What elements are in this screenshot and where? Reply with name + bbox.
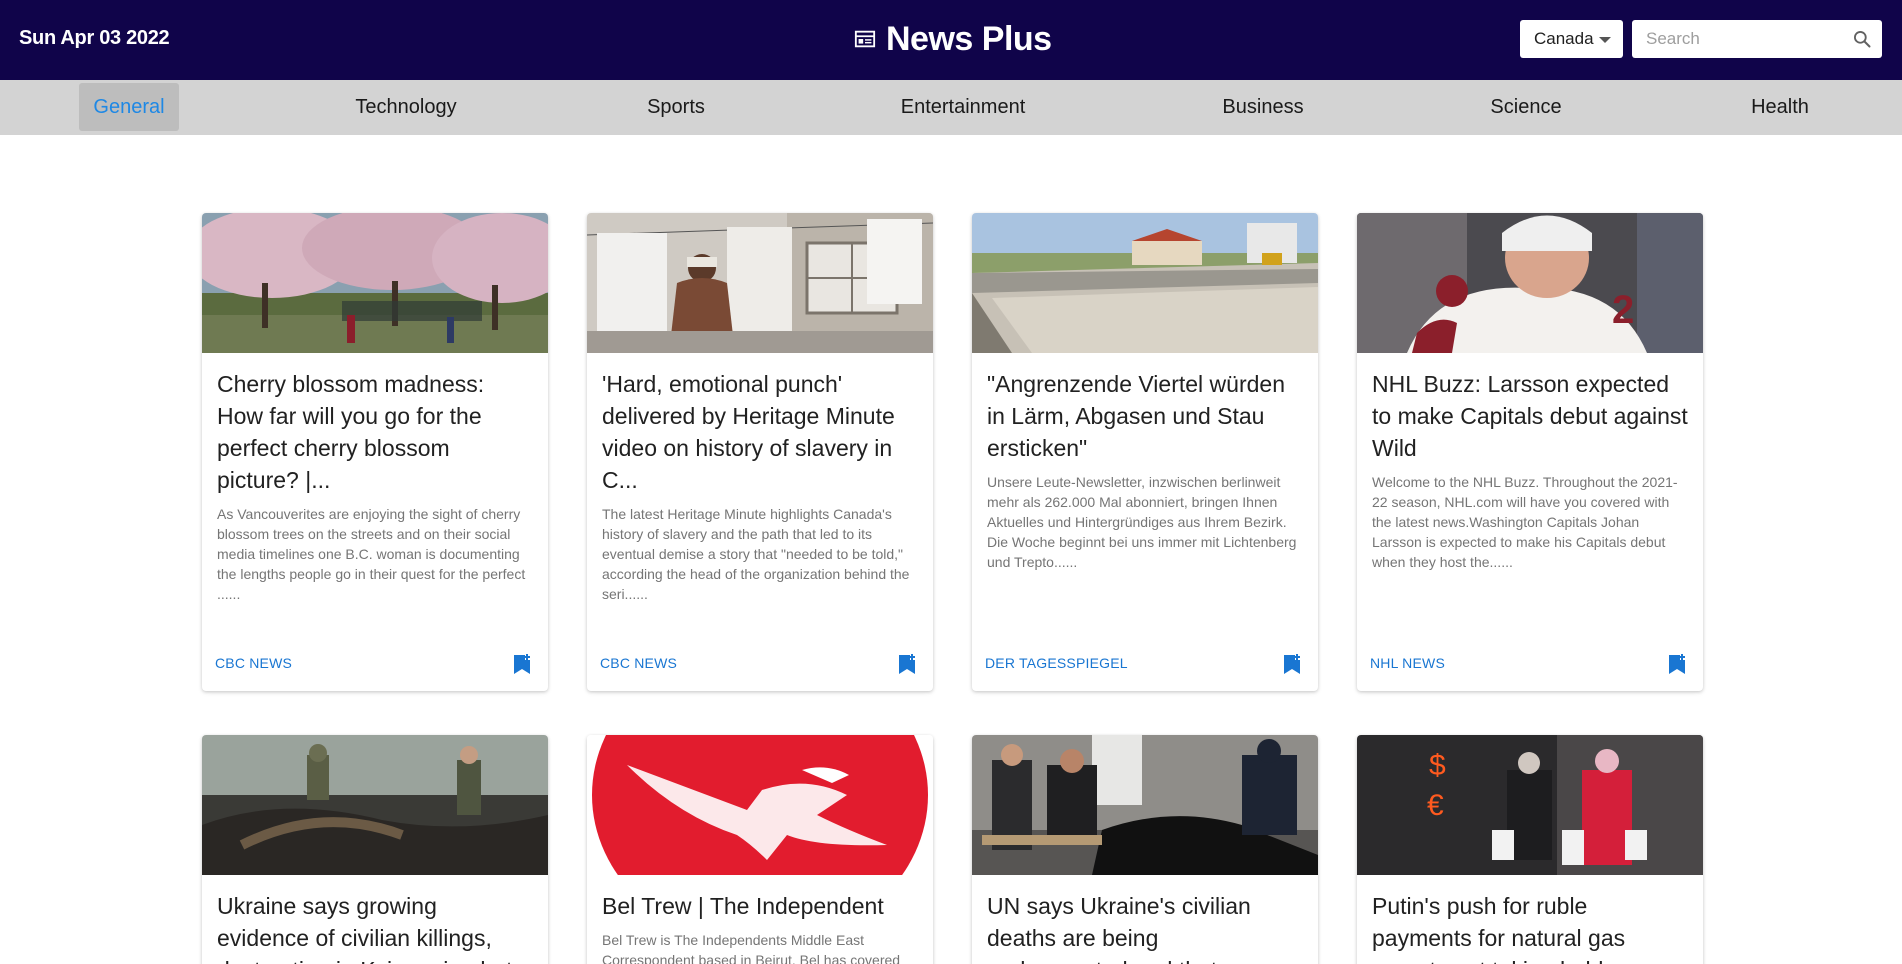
news-card[interactable]: 'Hard, emotional punch' delivered by Her… [587, 213, 933, 691]
current-date: Sun Apr 03 2022 [19, 27, 170, 49]
article-title[interactable]: Ukraine says growing evidence of civilia… [202, 875, 548, 964]
svg-text:€: € [1427, 789, 1444, 822]
search-icon[interactable] [1852, 29, 1872, 49]
caret-down-icon [1599, 37, 1611, 43]
brand-name: News Plus [886, 19, 1052, 58]
card-footer: CBC NEWS [202, 639, 548, 691]
article-image[interactable] [587, 735, 933, 875]
article-image[interactable] [972, 735, 1318, 875]
nav-tab-science[interactable]: Science [1476, 83, 1576, 131]
news-card[interactable]: Ukraine says growing evidence of civilia… [202, 735, 548, 964]
nav-tab-general[interactable]: General [79, 83, 179, 131]
news-card[interactable]: "Angrenzende Viertel würden in Lärm, Abg… [972, 213, 1318, 691]
article-image[interactable] [202, 735, 548, 875]
article-title[interactable]: "Angrenzende Viertel würden in Lärm, Abg… [972, 353, 1318, 464]
article-description: The latest Heritage Minute highlights Ca… [602, 506, 910, 602]
news-card[interactable]: Cherry blossom madness: How far will you… [202, 213, 548, 691]
search-input[interactable] [1632, 20, 1842, 58]
svg-text:2: 2 [1612, 288, 1634, 332]
article-description: Unsere Leute-Newsletter, inzwischen berl… [987, 474, 1297, 570]
bookmark-add-icon[interactable] [1667, 653, 1687, 675]
nav-tab-health[interactable]: Health [1730, 83, 1830, 131]
news-card[interactable]: Bel Trew | The Independent Bel Trew is T… [587, 735, 933, 964]
card-footer: DER TAGESSPIEGEL [972, 639, 1318, 691]
article-title[interactable]: UN says Ukraine's civilian deaths are be… [972, 875, 1318, 964]
brand-logo[interactable]: News Plus [854, 18, 1052, 60]
source-link[interactable]: CBC NEWS [600, 655, 677, 671]
article-description: As Vancouverites are enjoying the sight … [217, 506, 526, 602]
article-image[interactable] [202, 213, 548, 353]
top-header: Sun Apr 03 2022 News Plus Canada [0, 0, 1902, 80]
source-link[interactable]: CBC NEWS [215, 655, 292, 671]
bookmark-add-icon[interactable] [897, 653, 917, 675]
article-title[interactable]: Cherry blossom madness: How far will you… [202, 353, 548, 496]
card-footer: CBC NEWS [587, 639, 933, 691]
article-title[interactable]: Putin's push for ruble payments for natu… [1357, 875, 1703, 964]
bookmark-add-icon[interactable] [512, 653, 532, 675]
article-title[interactable]: 'Hard, emotional punch' delivered by Her… [587, 353, 933, 496]
svg-text:$: $ [1429, 749, 1446, 782]
news-card[interactable]: 2 NHL Buzz: Larsson expected to make Cap… [1357, 213, 1703, 691]
news-card[interactable]: UN says Ukraine's civilian deaths are be… [972, 735, 1318, 964]
article-image[interactable]: $ € [1357, 735, 1703, 875]
bookmark-add-icon[interactable] [1282, 653, 1302, 675]
article-image[interactable] [587, 213, 933, 353]
category-nav: General Technology Sports Entertainment … [0, 80, 1902, 135]
nav-tab-technology[interactable]: Technology [336, 83, 476, 131]
country-select-value: Canada [1534, 29, 1594, 48]
article-image[interactable]: 2 [1357, 213, 1703, 353]
search-box [1632, 20, 1882, 58]
article-title[interactable]: NHL Buzz: Larsson expected to make Capit… [1357, 353, 1703, 464]
article-title[interactable]: Bel Trew | The Independent [587, 875, 933, 922]
news-card[interactable]: $ € Putin's push for ruble payments for … [1357, 735, 1703, 964]
article-image[interactable] [972, 213, 1318, 353]
nav-tab-business[interactable]: Business [1207, 83, 1319, 131]
source-link[interactable]: NHL NEWS [1370, 655, 1445, 671]
country-select[interactable]: Canada [1520, 20, 1623, 58]
newspaper-icon [854, 30, 876, 48]
article-description: Welcome to the NHL Buzz. Throughout the … [1372, 474, 1678, 570]
card-footer: NHL NEWS [1357, 639, 1703, 691]
source-link[interactable]: DER TAGESSPIEGEL [985, 655, 1128, 671]
nav-tab-sports[interactable]: Sports [626, 83, 726, 131]
article-description: Bel Trew is The Independents Middle East… [602, 932, 901, 964]
nav-tab-entertainment[interactable]: Entertainment [878, 83, 1048, 131]
